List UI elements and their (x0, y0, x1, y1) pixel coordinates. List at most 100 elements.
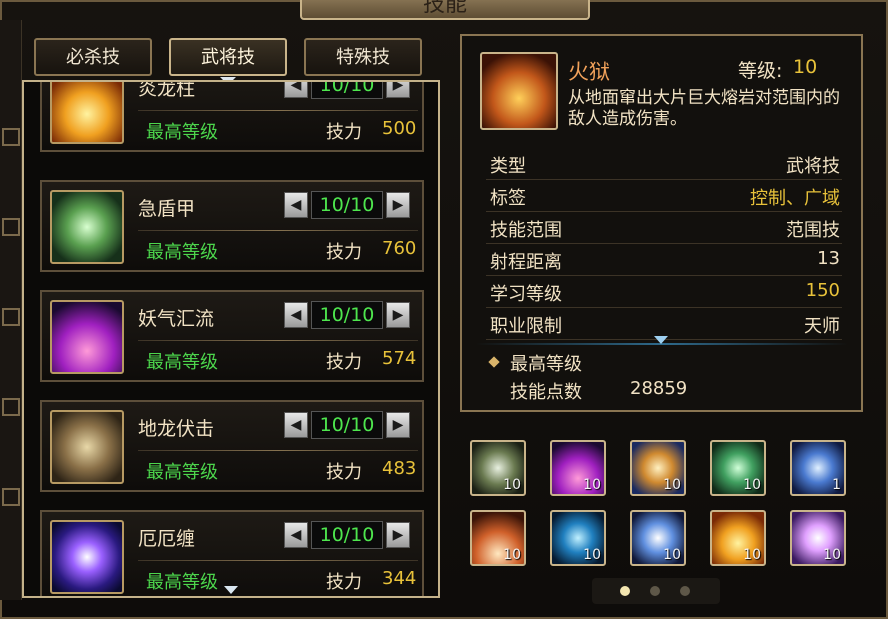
skill-card[interactable]: 炎龙柱 ◀ 10/10 ▶ 最高等级 技力 500 (40, 82, 424, 152)
level-stepper: ◀ 10/10 ▶ (284, 410, 410, 440)
cost-label: 技力 (326, 462, 362, 483)
detail-skill-name: 火狱 (568, 60, 610, 84)
tab-general-skill[interactable]: 武将技 (169, 38, 287, 76)
cost-value: 574 (382, 348, 417, 369)
light-burst-icon[interactable]: 10 (790, 510, 846, 566)
skill-card[interactable]: 地龙伏击 ◀ 10/10 ▶ 最高等级 技力 483 (40, 400, 424, 492)
tab-ultimate[interactable]: 必杀技 (34, 38, 152, 76)
decrease-level-button[interactable]: ◀ (284, 192, 308, 218)
cost-label: 技力 (326, 352, 362, 373)
decrease-level-button[interactable]: ◀ (284, 412, 308, 438)
page-dot[interactable] (650, 586, 660, 596)
max-level-label: 最高等级 (146, 242, 218, 263)
stat-value: 150 (805, 280, 840, 301)
page-dot[interactable] (620, 586, 630, 596)
decrease-level-button[interactable]: ◀ (284, 302, 308, 328)
skill-level: 10/10 (311, 411, 383, 439)
level-stepper: ◀ 10/10 ▶ (284, 520, 410, 550)
detail-level: 10 (793, 56, 818, 78)
lava-eruption-icon (480, 52, 558, 130)
stat-key: 射程距离 (490, 252, 562, 273)
skill-card[interactable]: 急盾甲 ◀ 10/10 ▶ 最高等级 技力 760 (40, 180, 424, 272)
decrease-level-button[interactable]: ◀ (284, 522, 308, 548)
stat-value: 武将技 (786, 156, 840, 177)
skill-name: 厄厄缠 (138, 528, 196, 550)
skill-level: 10/10 (311, 191, 383, 219)
slot-level: 10 (663, 547, 681, 563)
cost-label: 技力 (326, 122, 362, 143)
max-level-label: 最高等级 (146, 572, 218, 593)
cost-label: 技力 (326, 572, 362, 593)
stat-row: 类型 武将技 (486, 148, 842, 180)
sword-icon[interactable]: 10 (470, 440, 526, 496)
slot-level: 10 (503, 477, 521, 493)
max-level-label: 最高等级 (146, 462, 218, 483)
cost-value: 344 (382, 568, 417, 589)
scroll-down-icon[interactable] (654, 336, 668, 344)
increase-level-button[interactable]: ▶ (386, 412, 410, 438)
divider (138, 340, 418, 341)
increase-level-button[interactable]: ▶ (386, 192, 410, 218)
gem-cluster-icon[interactable]: 10 (710, 440, 766, 496)
divider (138, 560, 418, 561)
cost-value: 760 (382, 238, 417, 259)
skill-name: 急盾甲 (138, 198, 196, 220)
increase-level-button[interactable]: ▶ (386, 82, 410, 98)
level-stepper: ◀ 10/10 ▶ (284, 190, 410, 220)
stat-value: 控制、广域 (750, 188, 840, 209)
ice-spikes-icon[interactable]: 10 (630, 440, 686, 496)
skill-points-label: 技能点数 (510, 382, 582, 403)
dash-silhouette-icon[interactable]: 1 (790, 440, 846, 496)
purple-beam-icon[interactable]: 10 (550, 440, 606, 496)
window-title: 技能 (300, 0, 590, 20)
skill-name: 妖气汇流 (138, 308, 215, 330)
stat-key: 学习等级 (490, 284, 562, 305)
cost-label: 技力 (326, 242, 362, 263)
cost-value: 500 (382, 118, 417, 139)
increase-level-button[interactable]: ▶ (386, 302, 410, 328)
skill-level: 10/10 (311, 301, 383, 329)
skill-card[interactable]: 妖气汇流 ◀ 10/10 ▶ 最高等级 技力 574 (40, 290, 424, 382)
blue-slash-icon[interactable]: 10 (550, 510, 606, 566)
slot-level: 10 (823, 547, 841, 563)
stat-key: 类型 (490, 156, 526, 177)
spear-cross-icon[interactable]: 10 (630, 510, 686, 566)
stat-row: 标签 控制、广域 (486, 180, 842, 212)
scroll-down-icon[interactable] (224, 586, 238, 594)
stat-value: 13 (817, 248, 840, 269)
stat-key: 技能范围 (490, 220, 562, 241)
sunburst-icon[interactable]: 10 (470, 510, 526, 566)
divider (138, 230, 418, 231)
rail-ornament (2, 128, 20, 146)
earth-dragon-icon (50, 410, 124, 484)
tab-special-skill[interactable]: 特殊技 (304, 38, 422, 76)
galaxy-swirl-icon (50, 520, 124, 594)
skill-level: 10/10 (311, 521, 383, 549)
rail-ornament (2, 488, 20, 506)
fire-pillar-icon[interactable]: 10 (710, 510, 766, 566)
skill-level: 10/10 (311, 82, 383, 99)
cost-value: 483 (382, 458, 417, 479)
skill-name: 地龙伏击 (138, 418, 215, 440)
skill-points-value: 28859 (630, 378, 688, 399)
slot-level: 1 (832, 477, 841, 493)
skill-list[interactable]: 炎龙柱 ◀ 10/10 ▶ 最高等级 技力 500 急盾甲 ◀ 10/10 ▶ … (22, 80, 440, 598)
slot-level: 10 (743, 547, 761, 563)
stat-key: 职业限制 (490, 316, 562, 337)
slot-level: 10 (663, 477, 681, 493)
purple-vortex-icon (50, 300, 124, 374)
level-stepper: ◀ 10/10 ▶ (284, 82, 410, 100)
stat-row: 技能范围 范围技 (486, 212, 842, 244)
skill-card[interactable]: 厄厄缠 ◀ 10/10 ▶ 最高等级 技力 344 (40, 510, 424, 596)
detail-description: 从地面窜出大片巨大熔岩对范围内的敌人造成伤害。 (568, 88, 840, 129)
divider (138, 110, 418, 111)
rail-ornament (2, 218, 20, 236)
increase-level-button[interactable]: ▶ (386, 522, 410, 548)
stat-value: 范围技 (786, 220, 840, 241)
slot-level: 10 (743, 477, 761, 493)
slot-level: 10 (583, 547, 601, 563)
page-dot[interactable] (680, 586, 690, 596)
stat-row: 射程距离 13 (486, 244, 842, 276)
decrease-level-button[interactable]: ◀ (284, 82, 308, 98)
max-level-label: 最高等级 (146, 352, 218, 373)
